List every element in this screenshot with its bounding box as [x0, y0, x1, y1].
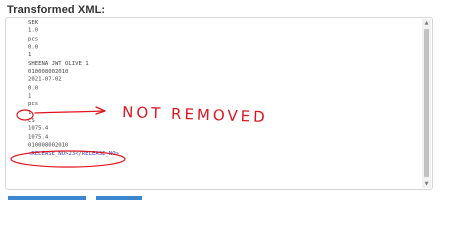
scroll-up-arrow-icon[interactable]: ▲	[422, 19, 431, 27]
xml-line: SEK	[28, 19, 39, 26]
xml-line: pcs	[28, 101, 39, 108]
xml-line: 0.0	[28, 44, 39, 51]
xml-line: 1075.4	[28, 134, 49, 141]
xml-output-lines: SEK 1.0 pcs 0.0 1 SHEENA JWT OLIVE 1 010…	[28, 19, 119, 158]
transformed-xml-label: Transformed XML:	[7, 4, 106, 16]
xml-line: 1	[28, 93, 32, 100]
xml-line: pcs	[28, 36, 39, 43]
xml-line: 0.0	[28, 85, 39, 92]
xml-line: 010008002010	[28, 142, 69, 149]
transformed-xml-textarea[interactable]: SEK 1.0 pcs 0.0 1 SHEENA JWT OLIVE 1 010…	[5, 17, 433, 190]
scrollbar-thumb[interactable]	[424, 29, 429, 177]
xml-line: 1	[28, 52, 32, 59]
xml-line: 2021-07-02	[28, 77, 62, 84]
xml-line: 1075.4	[28, 126, 49, 133]
bottom-button-right[interactable]	[96, 196, 142, 200]
xml-line: 1	[28, 109, 32, 116]
scroll-down-arrow-icon[interactable]: ▼	[422, 180, 431, 188]
xml-line-release-no: <RELEASE_NO>23</RELEASE_NO>	[28, 150, 119, 157]
xml-line: 1.0	[28, 28, 39, 35]
xml-line: CS	[28, 118, 35, 124]
xml-line: 010008002010	[28, 69, 69, 75]
bottom-button-left[interactable]	[8, 196, 86, 200]
vertical-scrollbar[interactable]: ▲ ▼	[422, 19, 431, 188]
xml-line: SHEENA JWT OLIVE 1	[28, 60, 89, 67]
